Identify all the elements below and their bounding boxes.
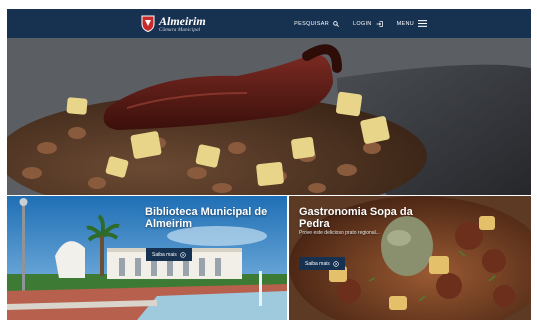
- card-title-line-2: Pedra: [299, 218, 330, 230]
- card-description-gastronomia: Prove este delicioso prato regional...: [299, 230, 380, 236]
- search-button[interactable]: PESQUISAR: [294, 21, 339, 27]
- login-icon: [376, 20, 383, 27]
- brand-subtitle: Câmara Municipal: [159, 27, 201, 33]
- login-button[interactable]: LOGIN: [353, 21, 383, 27]
- crest-icon: [141, 15, 155, 32]
- menu-label: MENU: [396, 20, 414, 27]
- saiba-mais-button[interactable]: Saiba mais: [299, 257, 345, 270]
- search-icon: [333, 20, 339, 27]
- brand-name: Almeirim: [159, 13, 206, 28]
- header-nav: PESQUISAR LOGIN MENU: [294, 9, 427, 38]
- saiba-mais-label: Saiba mais: [305, 260, 330, 267]
- card-title-line-1: Gastronomia Sopa da: [299, 206, 413, 218]
- cropped-heading-text: [4, 0, 7, 8]
- card-title-biblioteca: Biblioteca Municipal de Almeirim: [145, 206, 267, 230]
- card-gastronomia[interactable]: Gastronomia Sopa da Pedra Prove este del…: [289, 196, 531, 320]
- arrow-circle-icon: [333, 260, 339, 267]
- saiba-mais-button[interactable]: Saiba mais: [146, 248, 192, 261]
- card-title-gastronomia: Gastronomia Sopa da Pedra: [299, 206, 413, 230]
- hamburger-icon: [418, 20, 427, 27]
- cropped-heading-strip: [0, 0, 537, 9]
- card-biblioteca[interactable]: Biblioteca Municipal de Almeirim Saiba m…: [7, 196, 287, 320]
- search-label: PESQUISAR: [294, 20, 329, 27]
- hero-banner-image: [7, 38, 531, 195]
- card-title-line-1: Biblioteca Municipal de: [145, 206, 268, 218]
- hero-food-photo: [7, 38, 531, 195]
- saiba-mais-label: Saiba mais: [152, 251, 177, 258]
- arrow-circle-icon: [180, 251, 186, 258]
- card-title-line-2: Almeirim: [145, 218, 193, 230]
- brand-logo[interactable]: Almeirim Câmara Municipal: [141, 12, 206, 35]
- menu-button[interactable]: MENU: [397, 20, 427, 27]
- top-navbar: Almeirim Câmara Municipal PESQUISAR LOGI…: [7, 9, 531, 38]
- login-label: LOGIN: [352, 20, 372, 27]
